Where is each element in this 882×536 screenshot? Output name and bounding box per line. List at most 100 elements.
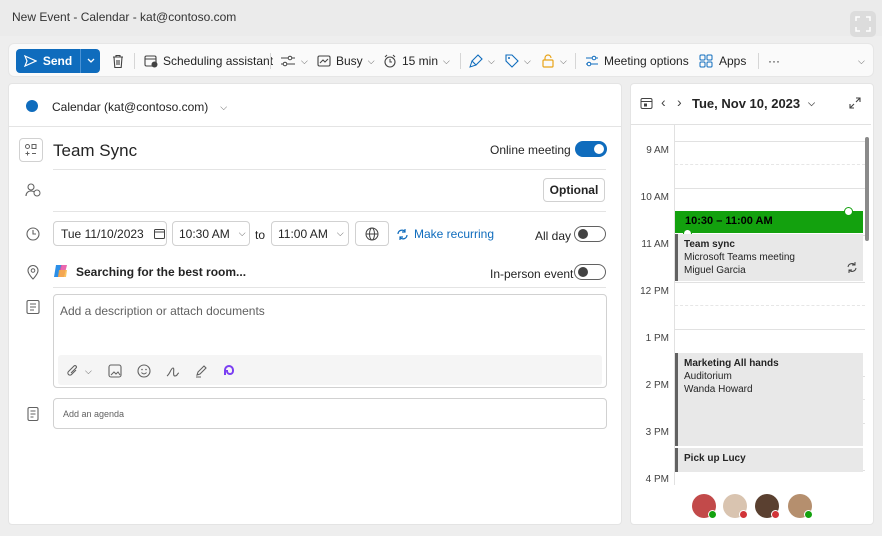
start-time-picker[interactable]: 10:30 AM ⌵ <box>172 221 250 246</box>
calendar-picker[interactable]: Calendar (kat@contoso.com) ⌵ <box>52 100 227 114</box>
meeting-options-icon <box>586 55 598 67</box>
end-time-picker[interactable]: 11:00 AM ⌵ <box>271 221 349 246</box>
avatar[interactable] <box>692 494 717 519</box>
repeat-icon <box>397 228 408 240</box>
online-meeting-toggle[interactable] <box>575 141 607 157</box>
resize-handle-top[interactable] <box>844 207 853 216</box>
today-icon[interactable] <box>640 97 653 110</box>
next-day-button[interactable]: › <box>677 94 682 110</box>
add-people-icon <box>25 183 41 197</box>
hour-line <box>675 329 865 330</box>
start-time-value: 10:30 AM <box>179 226 230 241</box>
toolbar-divider <box>460 53 461 69</box>
send-icon <box>23 55 37 67</box>
alarm-clock-icon <box>384 54 396 68</box>
loop-icon[interactable] <box>222 364 236 378</box>
insert-image-icon[interactable] <box>108 364 122 378</box>
make-recurring-button[interactable]: Make recurring <box>396 227 494 241</box>
location-pin-icon <box>27 265 39 280</box>
time-label-4pm: 4 PM <box>645 474 669 485</box>
hour-line <box>675 188 865 189</box>
meeting-options-button[interactable]: Meeting options <box>585 44 689 78</box>
event-detail: Microsoft Teams meeting <box>684 252 795 263</box>
apps-button[interactable]: Apps <box>699 44 746 78</box>
event-form: Calendar (kat@contoso.com) ⌵ Team Sync O… <box>8 83 622 525</box>
calendar-event[interactable]: Team sync Microsoft Teams meeting Miguel… <box>675 234 863 281</box>
chevron-down-icon <box>87 58 95 63</box>
expand-ribbon-button[interactable]: ⌵ <box>858 44 865 78</box>
signature-icon[interactable] <box>166 364 180 378</box>
online-meeting-label: Online meeting <box>490 143 571 157</box>
hour-line <box>675 282 865 283</box>
notes-icon <box>26 299 40 315</box>
chevron-down-icon: ⌵ <box>524 55 531 66</box>
scheduling-assistant-button[interactable]: Scheduling assistant <box>144 44 273 78</box>
chevron-down-icon: ⌵ <box>301 55 308 66</box>
response-options-dropdown[interactable]: ⌵ <box>280 44 308 78</box>
scrollbar-thumb[interactable] <box>865 137 869 241</box>
more-label: ··· <box>768 54 780 68</box>
event-detail: Auditorium <box>684 371 732 382</box>
send-options-dropdown[interactable] <box>82 49 100 73</box>
apps-label: Apps <box>719 54 747 68</box>
presence-busy-icon <box>739 510 748 519</box>
subject-input[interactable]: Team Sync <box>53 141 137 161</box>
all-day-toggle[interactable] <box>574 226 606 242</box>
current-date-label: Tue, Nov 10, 2023 <box>692 96 801 111</box>
chevron-down-icon: ⌵ <box>367 55 375 66</box>
event-title: Pick up Lucy <box>684 453 746 464</box>
calendar-event[interactable]: Marketing All hands Auditorium Wanda How… <box>675 353 863 446</box>
avatar[interactable] <box>788 494 813 519</box>
calendar-event[interactable]: Pick up Lucy <box>675 448 863 472</box>
new-event-block[interactable]: 10:30 – 11:00 AM <box>675 211 863 233</box>
tag-dropdown[interactable]: ⌵ <box>505 44 531 78</box>
calendar-color-dot <box>26 100 38 112</box>
toolbar-divider <box>575 53 576 69</box>
trash-icon <box>113 54 123 68</box>
send-button[interactable]: Send <box>16 49 80 73</box>
in-person-toggle[interactable] <box>574 264 606 280</box>
half-hour-line <box>675 305 865 306</box>
description-editor[interactable]: Add a description or attach documents ⌵ <box>53 294 607 388</box>
show-as-dropdown[interactable]: Busy ⌵ <box>317 44 375 78</box>
date-picker-dropdown[interactable]: Tue, Nov 10, 2023 ⌵ <box>692 96 815 111</box>
draw-pen-icon[interactable] <box>194 364 208 378</box>
hour-line <box>675 141 865 142</box>
time-zone-button[interactable] <box>355 221 389 246</box>
show-as-label: Busy <box>336 54 363 68</box>
add-emoji-to-title-button[interactable] <box>19 138 43 162</box>
meeting-options-label: Meeting options <box>604 54 689 68</box>
event-type-icon <box>25 144 37 156</box>
event-title: Marketing All hands <box>684 358 779 369</box>
delete-button[interactable] <box>111 44 125 78</box>
event-organizer: Wanda Howard <box>684 384 753 395</box>
clock-icon <box>26 227 40 241</box>
agenda-placeholder: Add an agenda <box>63 409 125 419</box>
reminder-dropdown[interactable]: 15 min ⌵ <box>383 44 450 78</box>
avatar[interactable] <box>755 494 780 519</box>
avatar[interactable] <box>723 494 748 519</box>
title-bar: New Event - Calendar - kat@contoso.com <box>0 0 882 37</box>
agenda-input[interactable]: Add an agenda <box>53 398 607 429</box>
calendar-label: Calendar (kat@contoso.com) <box>52 100 209 114</box>
category-dropdown[interactable]: ⌵ <box>469 44 495 78</box>
recurring-icon <box>847 262 857 273</box>
optional-attendees-button[interactable]: Optional <box>543 178 605 202</box>
expand-window-button[interactable] <box>850 11 876 37</box>
calendar-icon <box>153 229 165 239</box>
more-options-button[interactable]: ··· <box>768 44 780 78</box>
required-attendees-input[interactable] <box>53 178 533 204</box>
start-date-picker[interactable]: Tue 11/10/2023 <box>53 221 167 246</box>
time-grid[interactable]: 9 AM 10 AM 11 AM 12 PM 1 PM 2 PM 3 PM 4 … <box>631 124 871 485</box>
attach-file-button[interactable]: ⌵ <box>66 364 92 378</box>
sensitivity-dropdown[interactable]: ⌵ <box>541 44 567 78</box>
expand-icon[interactable] <box>849 97 861 109</box>
time-label-2pm: 2 PM <box>645 380 669 391</box>
location-input[interactable]: Searching for the best room... <box>76 265 246 279</box>
chevron-down-icon: ⌵ <box>488 55 495 66</box>
make-recurring-label: Make recurring <box>414 227 495 241</box>
copilot-icon <box>54 265 67 277</box>
emoji-icon[interactable] <box>137 364 151 378</box>
time-label-9am: 9 AM <box>646 145 669 156</box>
previous-day-button[interactable]: ‹ <box>661 94 666 110</box>
